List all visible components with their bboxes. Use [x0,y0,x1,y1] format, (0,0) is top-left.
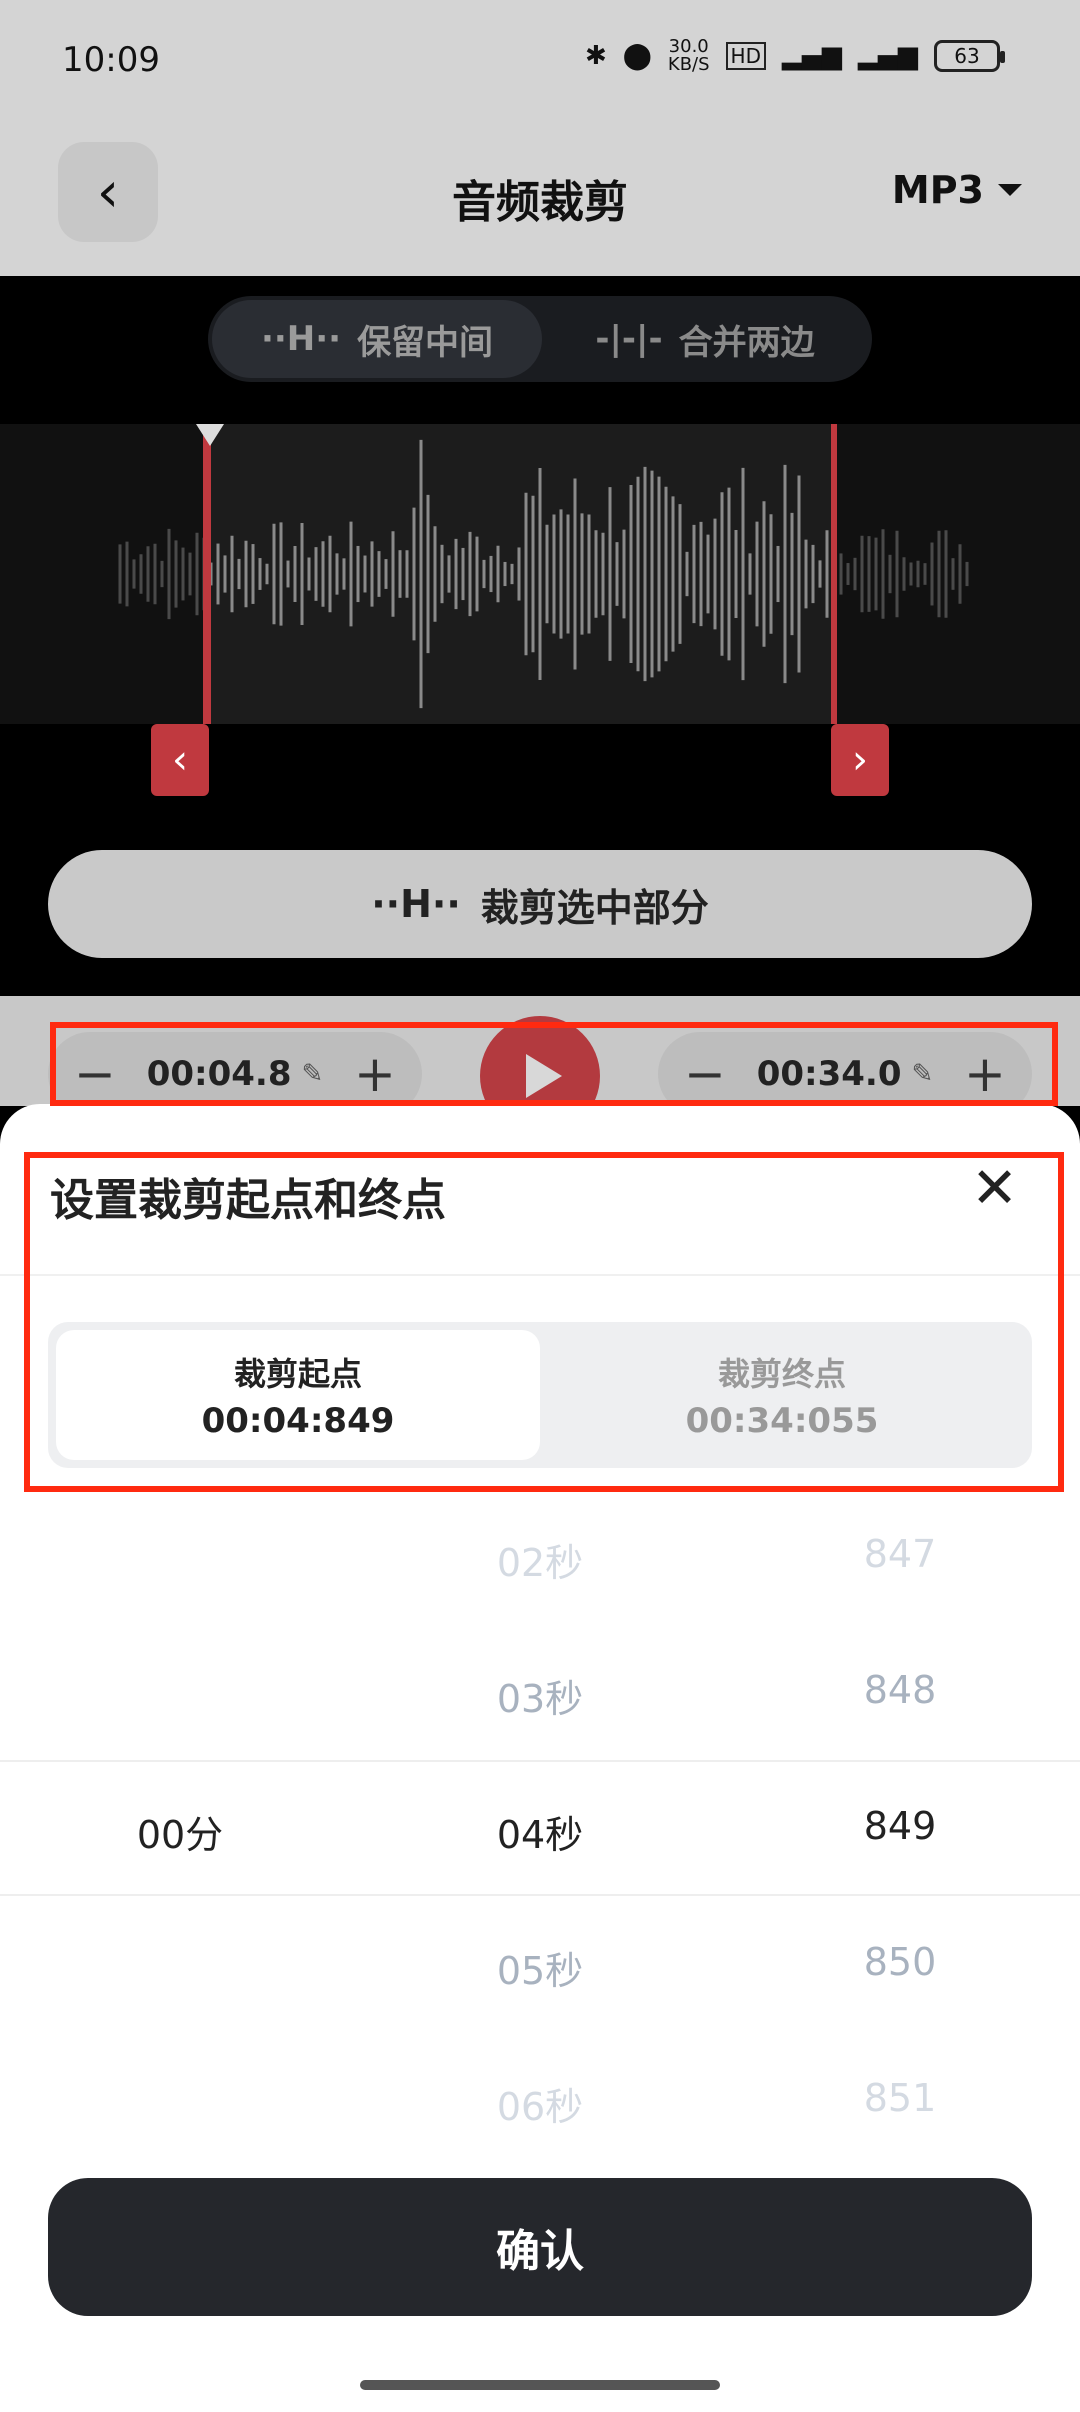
millis-item: 851 [863,2076,937,2120]
tab-trim-end[interactable]: 裁剪终点 00:34:055 [540,1330,1024,1460]
location-icon: ⬤ [622,41,652,71]
mode-switch: ··H·· 保留中间 -|-|- 合并两边 [208,296,872,382]
seconds-item: 03秒 [496,1677,584,1721]
hd-icon: HD [725,42,766,70]
trim-end-label: 裁剪终点 [717,1355,846,1393]
start-handle[interactable]: ‹ [151,724,209,796]
play-icon [526,1054,562,1098]
waveform-svg [0,424,1080,724]
waveform[interactable] [0,424,1080,724]
start-increment-button[interactable]: + [350,1045,400,1103]
tab-trim-start[interactable]: 裁剪起点 00:04:849 [56,1330,540,1460]
millis-item: 850 [863,1940,937,1984]
millis-item: 847 [863,1532,937,1576]
start-marker[interactable] [203,424,211,724]
end-marker[interactable] [831,424,837,724]
keep-middle-icon: ··H·· [371,882,461,926]
trim-start-value: 00:04:849 [201,1401,395,1441]
signal-4g-icon: ▂▄▆ [858,41,918,71]
seconds-item: 05秒 [496,1949,584,1993]
start-decrement-button[interactable]: − [70,1045,120,1103]
format-dropdown[interactable]: MP3 [892,168,1022,212]
mode-merge-sides-label: 合并两边 [678,322,815,363]
time-controls: − 00:04.8 ✎ + − 00:34.0 ✎ + [0,996,1080,1136]
crop-selection-label: 裁剪选中部分 [480,885,709,930]
end-time-value: 00:34.0 [756,1054,902,1094]
time-picker[interactable]: 00分 02秒 03秒 04秒 05秒 06秒 847 848 849 850 … [0,1452,1080,2132]
end-increment-button[interactable]: + [960,1045,1010,1103]
mode-keep-middle-label: 保留中间 [357,322,494,363]
millis-selected: 849 [863,1804,937,1848]
divider [0,1274,1080,1276]
millis-item: 848 [863,1668,937,1712]
seconds-item: 06秒 [496,2085,584,2129]
start-time-value: 00:04.8 [146,1054,292,1094]
audio-editor: ··H·· 保留中间 -|-|- 合并两边 ‹ › ··H·· 裁剪选中部分 [0,276,1080,996]
minutes-selected: 00分 [136,1813,224,1857]
seconds-selected: 04秒 [496,1813,584,1857]
sheet-title: 设置裁剪起点和终点 [50,1175,446,1226]
end-decrement-button[interactable]: − [680,1045,730,1103]
status-bar: 10:09 ✱ ⬤ 30.0 KB/S HD ▂▄▆ ▂▄▆ 63 [0,0,1080,126]
caret-down-icon [998,184,1022,196]
mode-merge-sides[interactable]: -|-|- 合并两边 [542,300,868,378]
status-icons: ✱ ⬤ 30.0 KB/S HD ▂▄▆ ▂▄▆ 63 [584,36,1005,75]
home-indicator [360,2380,720,2390]
crop-selection-button[interactable]: ··H·· 裁剪选中部分 [48,850,1032,958]
trim-point-tabs: 裁剪起点 00:04:849 裁剪终点 00:34:055 [48,1322,1032,1468]
confirm-button[interactable]: 确认 [48,2178,1032,2316]
close-icon[interactable]: ✕ [971,1156,1018,1221]
status-time: 10:09 [62,40,160,80]
format-label: MP3 [891,168,984,212]
trim-end-value: 00:34:055 [685,1401,879,1441]
net-speed: 30.0 KB/S [667,36,710,75]
end-handle[interactable]: › [831,724,889,796]
edit-icon[interactable]: ✎ [302,1059,324,1089]
chevron-right-icon: › [852,737,868,783]
picker-line-top [0,1760,1080,1762]
seconds-item: 02秒 [496,1541,584,1585]
edit-icon[interactable]: ✎ [912,1059,934,1089]
battery-icon: 63 [934,40,1005,72]
chevron-left-icon: ‹ [172,737,188,783]
app-bar: ‹ 音频裁剪 MP3 [0,126,1080,276]
picker-line-bottom [0,1894,1080,1896]
mode-keep-middle[interactable]: ··H·· 保留中间 [212,300,542,378]
signal-5g-icon: ▂▄▆ [782,41,842,71]
keep-middle-icon: ··H·· [260,319,342,359]
bluetooth-icon: ✱ [584,41,607,71]
merge-sides-icon: -|-|- [595,319,663,359]
trim-start-label: 裁剪起点 [233,1355,362,1393]
